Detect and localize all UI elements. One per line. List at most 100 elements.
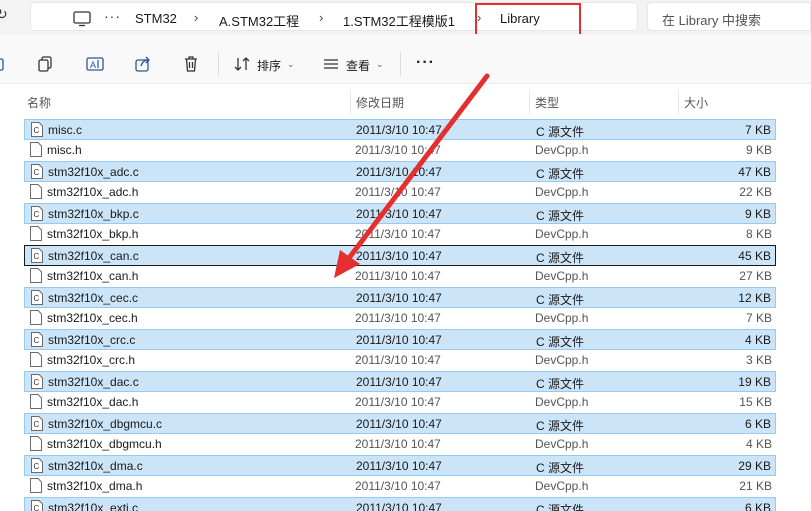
file-modified-date: 2011/3/10 10:47 [355,437,441,451]
svg-text:C: C [34,420,40,429]
file-modified-date: 2011/3/10 10:47 [355,353,441,367]
file-row[interactable]: stm32f10x_cec.h 2011/3/10 10:47 DevCpp.h 7 … [24,308,776,329]
header-file-icon [30,268,42,283]
file-type: C 源文件 [536,167,585,181]
file-size: 7 KB [744,123,771,137]
file-size: 4 KB [745,437,772,451]
file-row[interactable]: Cstm32f10x_cec.c 2011/3/10 10:47 C 源文件 12 K… [24,287,776,308]
search-placeholder: 在 Library 中搜索 [662,13,761,28]
file-size: 29 KB [738,459,771,473]
file-row[interactable]: stm32f10x_dma.h 2011/3/10 10:47 DevCpp.h 21… [24,476,776,497]
file-row[interactable]: stm32f10x_dbgmcu.h 2011/3/10 10:47 DevCpp.… [24,434,776,455]
file-row[interactable]: Cstm32f10x_adc.c 2011/3/10 10:47 C 源文件 47 K… [24,161,776,182]
file-size: 22 KB [739,185,772,199]
rename-icon[interactable]: A [86,55,104,73]
this-pc-icon[interactable] [73,11,93,27]
copy-icon[interactable] [37,55,55,73]
header-file-icon [30,436,42,451]
file-type: C 源文件 [536,419,585,433]
file-modified-date: 2011/3/10 10:47 [355,479,441,493]
header-file-icon [30,184,42,199]
column-header-size[interactable]: 大小 [684,94,708,111]
file-size: 21 KB [739,479,772,493]
file-size: 15 KB [739,395,772,409]
column-resize-handle[interactable] [678,90,679,114]
header-file-icon [30,142,42,157]
breadcrumb-template[interactable]: 1.STM32工程模版1 [343,11,455,30]
file-row[interactable]: Cstm32f10x_exti.c 2011/3/10 10:47 C 源文件 6 K… [24,497,776,511]
header-file-icon [30,352,42,367]
file-row[interactable]: Cstm32f10x_dma.c 2011/3/10 10:47 C 源文件 29 K… [24,455,776,476]
column-header-modified[interactable]: 修改日期 [356,94,404,111]
file-type: C 源文件 [536,125,585,139]
file-name: stm32f10x_exti.c [48,501,139,511]
file-modified-date: 2011/3/10 10:47 [356,291,442,305]
chevron-right-icon[interactable]: › [319,10,323,25]
breadcrumb-project[interactable]: A.STM32工程 [219,11,299,30]
file-row[interactable]: stm32f10x_can.h 2011/3/10 10:47 DevCpp.h 27… [24,266,776,287]
refresh-icon[interactable]: ↻ [0,6,10,24]
column-resize-handle[interactable] [350,90,351,114]
file-row[interactable]: Cstm32f10x_dac.c 2011/3/10 10:47 C 源文件 19 K… [24,371,776,392]
column-header-type[interactable]: 类型 [535,94,559,111]
search-input[interactable]: 在 Library 中搜索 [647,2,811,31]
file-row[interactable]: misc.h 2011/3/10 10:47 DevCpp.h 9 KB [24,140,776,161]
chevron-down-icon[interactable]: ⌄ [376,59,384,70]
file-modified-date: 2011/3/10 10:47 [356,333,442,347]
c-source-file-icon: C [31,206,43,221]
file-row[interactable]: Cstm32f10x_dbgmcu.c 2011/3/10 10:47 C 源文件 6… [24,413,776,434]
column-resize-handle[interactable] [529,90,530,114]
svg-text:C: C [34,210,40,219]
file-type: DevCpp.h [535,479,589,493]
view-icon[interactable] [322,55,340,73]
svg-text:C: C [34,378,40,387]
file-row[interactable]: Cmisc.c 2011/3/10 10:47 C 源文件 7 KB [24,119,776,140]
file-type: DevCpp.h [535,227,589,241]
file-modified-date: 2011/3/10 10:47 [355,269,441,283]
file-type: DevCpp.h [535,437,589,451]
breadcrumb-overflow-button[interactable]: ··· [104,8,121,24]
breadcrumb-stm32[interactable]: STM32 [135,11,177,26]
file-name: stm32f10x_can.c [48,249,139,263]
file-row[interactable]: stm32f10x_bkp.h 2011/3/10 10:47 DevCpp.h 8 … [24,224,776,245]
file-name: misc.h [47,143,82,157]
c-source-file-icon: C [31,416,43,431]
file-name: stm32f10x_dma.c [48,459,143,473]
sort-icon[interactable] [233,55,251,73]
share-icon[interactable] [134,55,152,73]
chevron-right-icon[interactable]: › [194,10,198,25]
c-source-file-icon: C [31,248,43,263]
c-source-file-icon: C [31,164,43,179]
file-name: stm32f10x_adc.h [47,185,139,199]
file-type: DevCpp.h [535,269,589,283]
file-modified-date: 2011/3/10 10:47 [356,375,442,389]
file-row[interactable]: Cstm32f10x_can.c 2011/3/10 10:47 C 源文件 45 K… [24,245,776,266]
svg-text:C: C [34,504,40,511]
file-row[interactable]: stm32f10x_adc.h 2011/3/10 10:47 DevCpp.h 22… [24,182,776,203]
more-options-button[interactable]: ··· [416,54,435,72]
file-modified-date: 2011/3/10 10:47 [355,185,441,199]
file-name: stm32f10x_dac.c [48,375,139,389]
column-header-name[interactable]: 名称 [27,94,51,111]
svg-text:C: C [34,336,40,345]
header-file-icon [30,226,42,241]
file-row[interactable]: Cstm32f10x_crc.c 2011/3/10 10:47 C 源文件 4 KB [24,329,776,350]
file-modified-date: 2011/3/10 10:47 [356,417,442,431]
c-source-file-icon: C [31,458,43,473]
file-row[interactable]: stm32f10x_crc.h 2011/3/10 10:47 DevCpp.h 3 … [24,350,776,371]
cut-icon[interactable] [0,55,10,73]
view-button[interactable]: 查看 [346,57,370,74]
file-type: DevCpp.h [535,185,589,199]
file-name: stm32f10x_adc.c [48,165,139,179]
chevron-down-icon[interactable]: ⌄ [287,59,295,70]
delete-icon[interactable] [182,55,200,73]
file-size: 6 KB [744,501,771,511]
file-row[interactable]: Cstm32f10x_bkp.c 2011/3/10 10:47 C 源文件 9 KB [24,203,776,224]
file-size: 8 KB [745,227,772,241]
file-size: 47 KB [738,165,771,179]
file-size: 4 KB [744,333,771,347]
file-row[interactable]: stm32f10x_dac.h 2011/3/10 10:47 DevCpp.h 15… [24,392,776,413]
sort-button[interactable]: 排序 [257,57,281,74]
c-source-file-icon: C [31,332,43,347]
svg-text:C: C [34,126,40,135]
